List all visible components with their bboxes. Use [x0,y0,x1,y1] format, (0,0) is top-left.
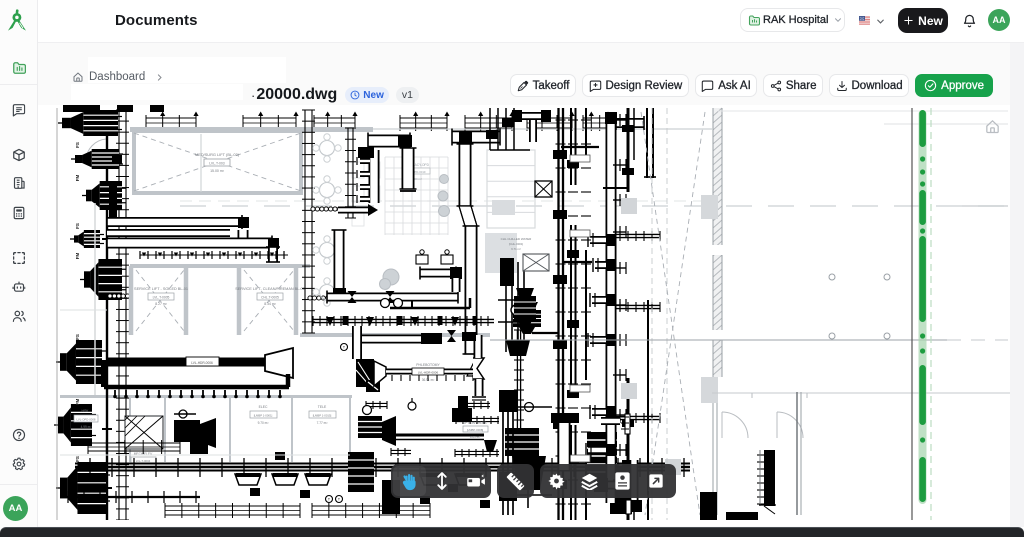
svg-text:FS: FS [75,142,80,148]
svg-text:FM: FM [75,175,80,182]
svg-text:SERVICE LIFT- CLEAN/FIREMAN BL: SERVICE LIFT- CLEAN/FIREMAN BL-02 [235,287,305,291]
svg-text:LVL-T-0004: LVL-T-0004 [136,459,151,463]
svg-text:[LMBP 1-0015]: [LMBP 1-0015] [313,414,332,418]
svg-text:TELE: TELE [318,405,327,409]
svg-text:LVL.T-003: LVL.T-003 [209,162,225,166]
svg-text:6.01 m²: 6.01 m² [470,435,480,439]
svg-text:CHL.T-0005: CHL.T-0005 [261,296,279,300]
svg-text:7.77 m²: 7.77 m² [317,421,328,425]
svg-text:LVL-OPD-0008: LVL-OPD-0008 [77,418,96,422]
svg-text:6.71 m²: 6.71 m² [511,247,521,251]
svg-text:36.91 m²: 36.91 m² [422,378,435,382]
svg-text:FS: FS [75,223,80,229]
svg-text:15.00 m²: 15.00 m² [210,169,225,173]
svg-text:LVL.T-0005: LVL.T-0005 [153,296,170,300]
svg-text:SERVICE LIFT - SOILED BL-01: SERVICE LIFT - SOILED BL-01 [134,287,188,291]
svg-text:8.27 m²: 8.27 m² [155,302,167,306]
svg-text:LVL-HDR-0006: LVL-HDR-0006 [418,371,439,375]
svg-text:9.70 m²: 9.70 m² [258,421,269,425]
svg-text:8.34 m²: 8.34 m² [264,302,276,306]
svg-text:CHL CHILLED WATER: CHL CHILLED WATER [501,237,533,241]
svg-text:FS: FS [75,334,80,340]
svg-text:HSK: HSK [82,409,90,413]
svg-text:[CHL-0001]: [CHL-0001] [509,242,524,246]
svg-text:LVL-HDR-0006: LVL-HDR-0006 [191,361,213,365]
svg-text:ELEC: ELEC [259,405,268,409]
svg-text:FM: FM [75,253,80,260]
svg-text:4.99 m²: 4.99 m² [81,425,92,429]
svg-text:PHLEBOTOMY: PHLEBOTOMY [416,363,440,367]
svg-text:FS: FS [75,456,80,462]
svg-text:FM: FM [75,399,80,406]
svg-text:[LMBP 1-0001]: [LMBP 1-0001] [254,414,273,418]
svg-text:[LMBP-0008]: [LMBP-0008] [467,428,484,432]
svg-text:MED/SURG LIFT (BL-03): MED/SURG LIFT (BL-03) [195,152,240,157]
